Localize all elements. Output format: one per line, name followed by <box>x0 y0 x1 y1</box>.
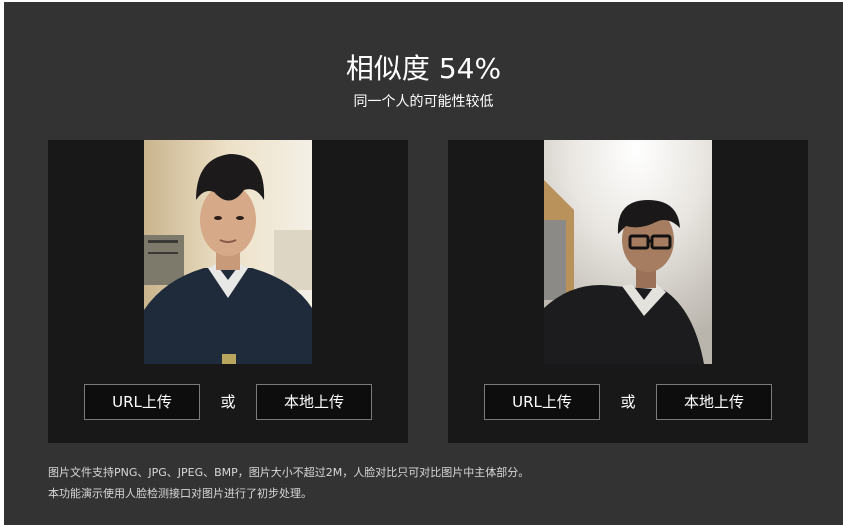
url-upload-button-left[interactable]: URL上传 <box>84 384 200 420</box>
similarity-subtitle: 同一个人的可能性较低 <box>353 94 494 110</box>
local-upload-button-left[interactable]: 本地上传 <box>256 384 372 420</box>
url-upload-button-right[interactable]: URL上传 <box>484 384 600 420</box>
image-card-right: URL上传 或 本地上传 <box>448 140 808 443</box>
local-upload-button-right[interactable]: 本地上传 <box>656 384 772 420</box>
face-compare-panel: 相似度 54% 同一个人的可能性较低 URL上传 或 本地上传 URL上传 或 … <box>4 2 843 525</box>
or-text-right: 或 <box>620 393 636 411</box>
face-photo-right-image <box>544 140 712 364</box>
face-photo-right <box>544 140 712 364</box>
face-photo-left-image <box>144 140 312 364</box>
page: 相似度 54% 同一个人的可能性较低 URL上传 或 本地上传 URL上传 或 … <box>0 0 843 525</box>
face-photo-left <box>144 140 312 364</box>
similarity-title: 相似度 54% <box>345 52 502 85</box>
processing-note: 本功能演示使用人脸检测接口对图片进行了初步处理。 <box>48 487 312 500</box>
upload-requirements-note: 图片文件支持PNG、JPG、JPEG、BMP，图片大小不超过2M，人脸对比只可对… <box>48 466 530 479</box>
or-text-left: 或 <box>220 393 236 411</box>
image-card-left: URL上传 或 本地上传 <box>48 140 408 443</box>
